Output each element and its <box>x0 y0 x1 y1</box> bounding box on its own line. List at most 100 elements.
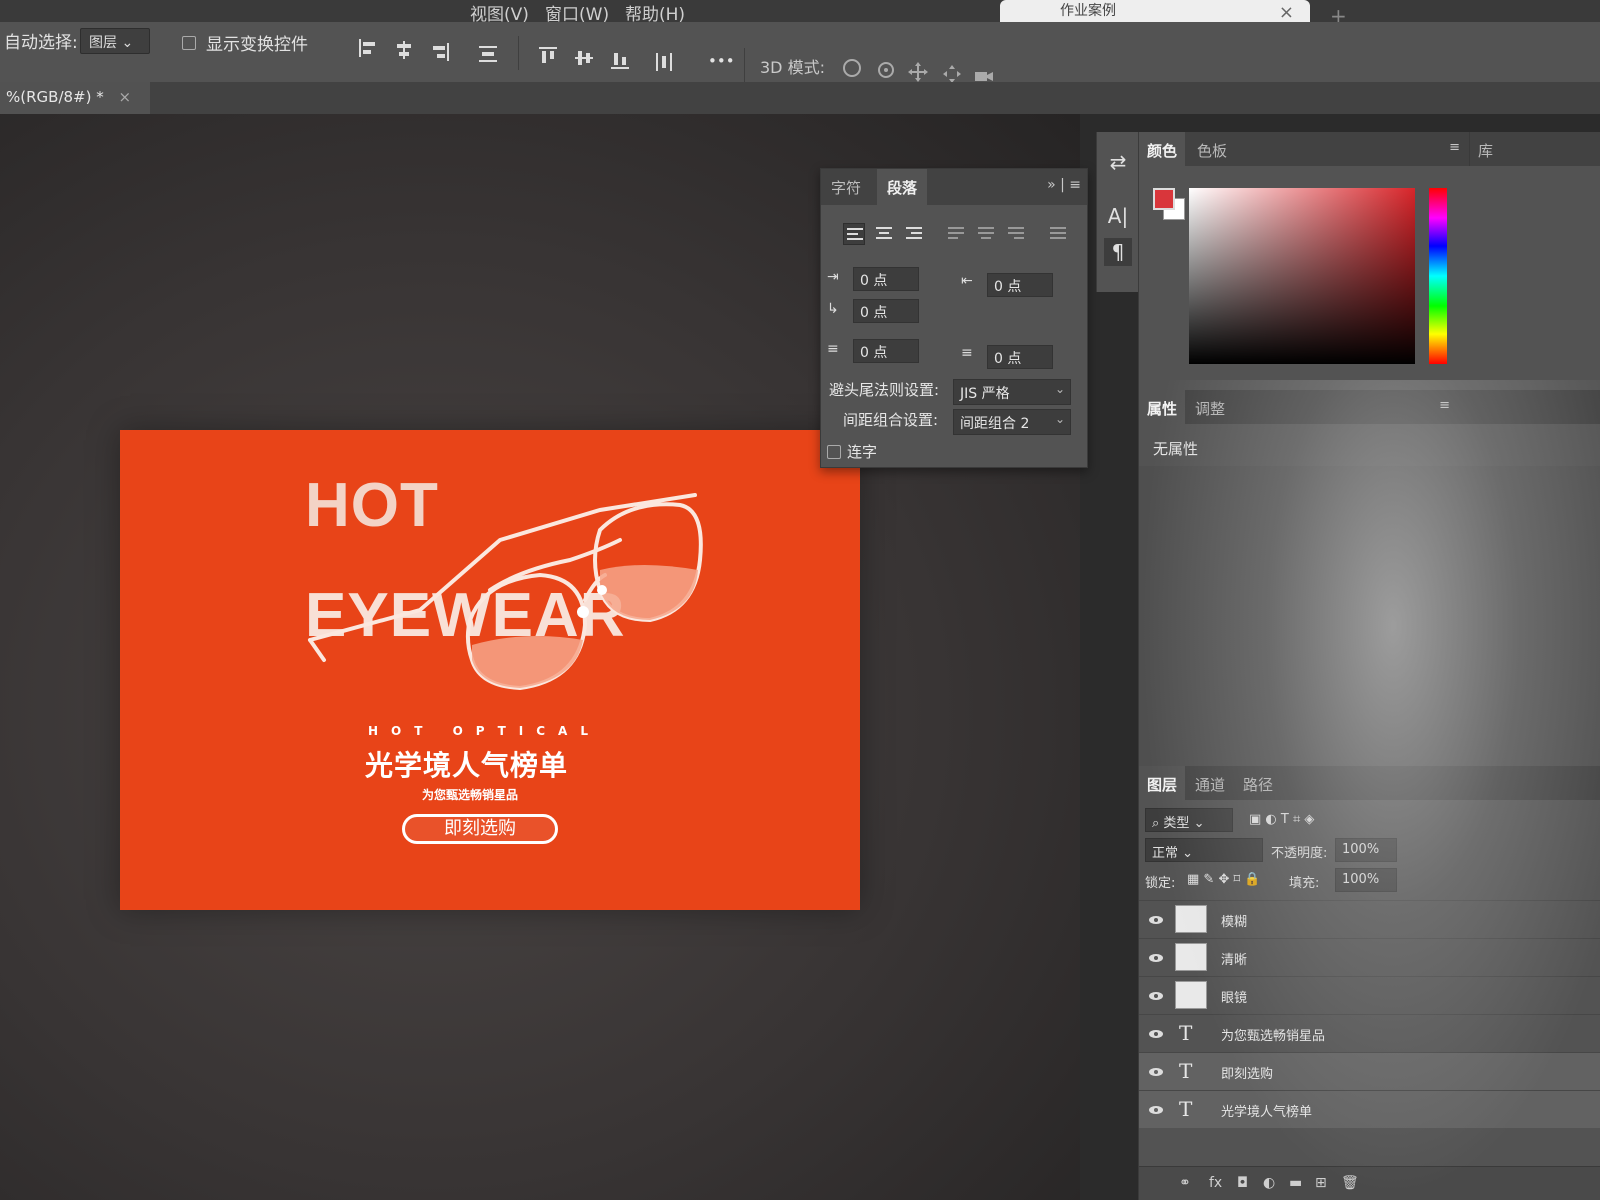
tab-libraries[interactable]: 库 <box>1469 132 1501 166</box>
layers-panel: 图层 通道 路径 ⌕ 类型 ⌄ ▣ ◐ T ⌗ ◈ 正常 ⌄ 不透明度: 100… <box>1139 766 1600 1200</box>
mojikumi-label: 间距组合设置: <box>843 411 939 429</box>
panel-menu-icon[interactable]: ≡ <box>1439 398 1450 413</box>
kinsoku-select[interactable]: JIS 严格 ⌄ <box>953 379 1071 405</box>
no-properties-text: 无属性 <box>1153 440 1199 458</box>
mojikumi-select[interactable]: 间距组合 2 ⌄ <box>953 409 1071 435</box>
layer-filter-select[interactable]: ⌕ 类型 ⌄ <box>1145 808 1233 832</box>
eye-icon[interactable] <box>1147 1101 1165 1119</box>
link-layers-icon[interactable]: ⚭ <box>1179 1175 1191 1191</box>
justify-all-icon[interactable] <box>1047 223 1069 245</box>
paragraph-panel: 字符 段落 » | ≡ ⇥ 0 点 ⇤ 0 点 ↳ 0 点 ≡ 0 点 ≡ 0 … <box>820 168 1088 468</box>
distribute-vertical-icon[interactable] <box>476 42 500 66</box>
tab-properties[interactable]: 属性 <box>1139 390 1186 424</box>
options-bar: 自动选择: 图层 ⌄ 显示变换控件 ••• 3D 模式: <box>0 22 1600 84</box>
hyphenate-checkbox[interactable] <box>827 445 841 459</box>
eye-icon[interactable] <box>1147 1025 1165 1043</box>
align-horizontal-centers-icon[interactable] <box>392 38 416 62</box>
tab-swatches[interactable]: 色板 <box>1189 132 1235 166</box>
align-right-icon[interactable] <box>903 223 925 245</box>
paragraph-panel-tabs: 字符 段落 » | ≡ <box>821 169 1087 205</box>
browser-tab-label: 作业案例 <box>1060 3 1116 19</box>
layer-thumbnail <box>1175 905 1207 933</box>
align-vertical-centers-icon[interactable] <box>572 46 596 70</box>
align-top-edges-icon[interactable] <box>536 44 560 68</box>
align-center-icon[interactable] <box>873 223 895 245</box>
hue-slider[interactable] <box>1429 188 1447 364</box>
mojikumi-value: 间距组合 2 <box>960 416 1030 432</box>
first-line-indent-field[interactable]: 0 点 <box>853 299 919 323</box>
adjustment-layer-icon[interactable]: ◐ <box>1263 1175 1275 1191</box>
document-tab[interactable]: %(RGB/8#) * × <box>0 82 150 114</box>
eye-icon[interactable] <box>1147 987 1165 1005</box>
layer-row[interactable]: 眼镜 <box>1139 976 1600 1014</box>
align-left-icon[interactable] <box>843 223 865 245</box>
auto-select-dropdown[interactable]: 图层 ⌄ <box>80 28 150 54</box>
new-group-icon[interactable]: ▬ <box>1289 1175 1302 1191</box>
more-options-button[interactable]: ••• <box>708 52 735 70</box>
add-mask-icon[interactable]: ◘ <box>1237 1175 1248 1191</box>
3d-roll-icon[interactable] <box>874 58 898 82</box>
auto-select-label: 自动选择: <box>4 33 78 53</box>
3d-mode-label: 3D 模式: <box>760 58 825 77</box>
panel-menu-icon[interactable]: » | ≡ <box>1047 177 1081 193</box>
3d-orbit-icon[interactable] <box>840 56 864 80</box>
art-hot-optical: HOT OPTICAL <box>368 724 601 738</box>
justify-left-icon[interactable] <box>945 223 967 245</box>
paragraph-icon[interactable]: ¶ <box>1104 238 1132 266</box>
layer-row[interactable]: T 光学境人气榜单 <box>1139 1090 1600 1128</box>
align-bottom-edges-icon[interactable] <box>608 48 632 72</box>
tab-paragraph[interactable]: 段落 <box>877 169 928 205</box>
tab-channels[interactable]: 通道 <box>1187 766 1233 800</box>
history-icon[interactable]: ⇄ <box>1104 148 1132 176</box>
browser-tab[interactable]: 作业案例 × <box>1000 0 1310 23</box>
new-layer-icon[interactable]: ⊞ <box>1315 1175 1327 1191</box>
kinsoku-value: JIS 严格 <box>960 386 1010 402</box>
artboard[interactable]: HOT EYEWEAR HOT OPTICAL 光学境人气榜单 为您甄选畅销星品… <box>120 430 860 910</box>
eye-icon[interactable] <box>1147 1063 1165 1081</box>
layer-style-icon[interactable]: fx <box>1209 1175 1222 1191</box>
layer-thumbnail <box>1175 943 1207 971</box>
delete-layer-icon[interactable]: 🗑 <box>1341 1175 1359 1191</box>
panel-menu-icon[interactable]: ≡ <box>1449 140 1460 155</box>
foreground-color-swatch[interactable] <box>1153 188 1175 210</box>
tab-paths[interactable]: 路径 <box>1235 766 1281 800</box>
distribute-horizontal-icon[interactable] <box>652 50 676 74</box>
tab-adjustments[interactable]: 调整 <box>1187 390 1233 424</box>
justify-right-icon[interactable] <box>1005 223 1027 245</box>
layer-name: 眼镜 <box>1221 991 1248 1006</box>
space-after-field[interactable]: 0 点 <box>987 345 1053 369</box>
fill-label: 填充: <box>1289 876 1320 891</box>
lock-label: 锁定: <box>1145 876 1176 891</box>
color-picker-field[interactable] <box>1189 188 1415 364</box>
blend-mode-select[interactable]: 正常 ⌄ <box>1145 838 1263 862</box>
show-transform-checkbox[interactable] <box>182 36 196 50</box>
layer-row[interactable]: 清晰 <box>1139 938 1600 976</box>
close-icon[interactable]: × <box>119 88 132 106</box>
eye-icon[interactable] <box>1147 949 1165 967</box>
indent-left-icon: ⇥ <box>827 269 839 285</box>
fill-field[interactable]: 100% <box>1335 868 1397 892</box>
3d-pan-icon[interactable] <box>906 60 930 84</box>
align-right-edges-icon[interactable] <box>428 40 452 64</box>
indent-left-field[interactable]: 0 点 <box>853 267 919 291</box>
indent-right-field[interactable]: 0 点 <box>987 273 1053 297</box>
layer-row[interactable]: T 为您甄选畅销星品 <box>1139 1014 1600 1052</box>
document-tab-label: %(RGB/8#) * <box>6 88 104 106</box>
tab-character[interactable]: 字符 <box>821 169 871 205</box>
justify-center-icon[interactable] <box>975 223 997 245</box>
align-left-edges-icon[interactable] <box>356 36 380 60</box>
opacity-field[interactable]: 100% <box>1335 838 1397 862</box>
space-before-field[interactable]: 0 点 <box>853 339 919 363</box>
layer-row[interactable]: T 即刻选购 <box>1139 1052 1600 1090</box>
document-tab-bar: %(RGB/8#) * × <box>0 82 1600 114</box>
filter-kind-icons[interactable]: ▣ ◐ T ⌗ ◈ <box>1249 812 1314 827</box>
tab-layers[interactable]: 图层 <box>1139 766 1186 800</box>
character-icon[interactable]: A| <box>1104 202 1132 230</box>
opacity-label: 不透明度: <box>1271 846 1328 861</box>
close-icon[interactable]: × <box>1279 2 1294 23</box>
lock-icons[interactable]: ▦ ✎ ✥ ⌑ 🔒 <box>1187 872 1260 887</box>
eye-icon[interactable] <box>1147 911 1165 929</box>
layer-row[interactable]: 模糊 <box>1139 900 1600 938</box>
tab-color[interactable]: 颜色 <box>1139 132 1186 166</box>
layer-name: 光学境人气榜单 <box>1221 1105 1313 1120</box>
